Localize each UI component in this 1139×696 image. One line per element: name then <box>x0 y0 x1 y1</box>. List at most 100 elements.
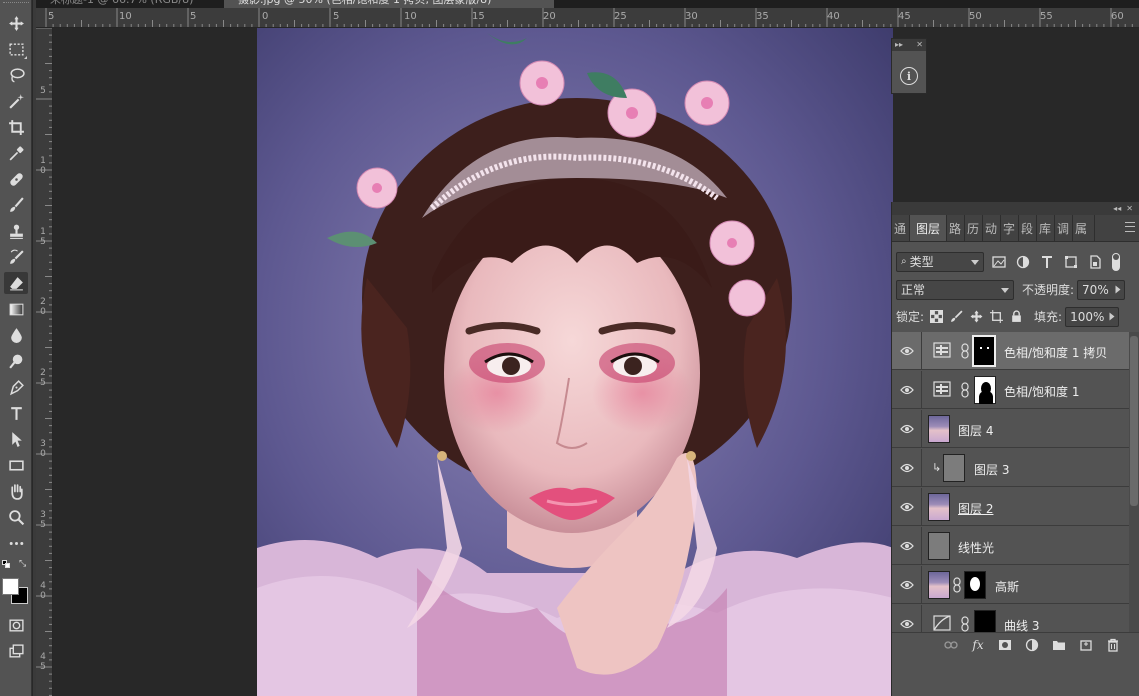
filter-adjustment-button[interactable] <box>1014 253 1032 271</box>
filter-pixel-button[interactable] <box>990 253 1008 271</box>
layer-row-linear-light[interactable]: 线性光 <box>892 527 1139 565</box>
layer-mask-thumbnail[interactable] <box>974 376 996 404</box>
layer-thumbnail[interactable] <box>943 454 965 482</box>
layer-style-button[interactable]: fx <box>971 638 985 652</box>
path-select-tool[interactable] <box>4 428 28 450</box>
close-icon[interactable]: ✕ <box>916 39 923 51</box>
layer-row-layer4[interactable]: 图层 4 <box>892 410 1139 448</box>
filter-toggle[interactable] <box>1112 252 1120 271</box>
layer-list[interactable]: 色相/饱和度 1 拷贝 色相/饱和度 1 图层 4 ↳ 图层 3 图层 2 线性… <box>892 332 1139 634</box>
link-icon[interactable] <box>961 616 969 632</box>
blur-tool[interactable] <box>4 324 28 346</box>
quick-mask-toggle[interactable] <box>4 614 28 636</box>
visibility-toggle[interactable] <box>892 488 922 526</box>
layer-row-hue-sat-copy[interactable]: 色相/饱和度 1 拷贝 <box>892 332 1139 370</box>
lock-pixels-button[interactable] <box>948 309 964 325</box>
history-brush-tool[interactable] <box>4 246 28 268</box>
visibility-toggle[interactable] <box>892 449 922 487</box>
foreground-color-swatch[interactable] <box>2 578 19 595</box>
brush-tool[interactable] <box>4 194 28 216</box>
pen-tool[interactable] <box>4 376 28 398</box>
layer-thumbnail[interactable] <box>928 415 950 443</box>
tab-layers[interactable]: 图层 <box>910 215 948 241</box>
healing-tool[interactable] <box>4 168 28 190</box>
close-icon[interactable]: ✕ <box>1126 204 1133 213</box>
tab-paragraph[interactable]: 段 <box>1019 215 1038 241</box>
new-adjustment-button[interactable] <box>1025 638 1039 652</box>
layer-mask-thumbnail[interactable] <box>972 335 996 367</box>
layer-row-gaussian[interactable]: 高斯 <box>892 566 1139 604</box>
magic-wand-tool[interactable] <box>4 90 28 112</box>
shape-tool[interactable] <box>4 454 28 476</box>
visibility-toggle[interactable] <box>892 332 922 370</box>
layer-name[interactable]: 线性光 <box>958 539 994 556</box>
lock-position-button[interactable] <box>968 309 984 325</box>
layer-thumbnail[interactable] <box>928 571 950 599</box>
layer-list-scrollbar[interactable] <box>1129 332 1139 634</box>
tab-photo[interactable]: 摄影.jpg @ 50% (色相/饱和度 1 拷贝, 图层蒙版/8) <box>224 0 554 8</box>
link-icon[interactable] <box>961 382 969 398</box>
swap-colors-icon[interactable]: ⤡ <box>19 559 26 569</box>
layer-name[interactable]: 色相/饱和度 1 拷贝 <box>1004 344 1107 361</box>
visibility-toggle[interactable] <box>892 605 922 634</box>
eraser-tool[interactable] <box>4 272 28 294</box>
hand-tool[interactable] <box>4 480 28 502</box>
screen-mode-toggle[interactable] <box>4 640 28 662</box>
layer-mask-thumbnail[interactable] <box>964 571 986 599</box>
scrollbar-thumb[interactable] <box>1130 336 1138 506</box>
new-layer-button[interactable] <box>1079 638 1093 652</box>
layer-thumbnail[interactable] <box>928 493 950 521</box>
document-image[interactable] <box>257 28 893 696</box>
link-icon[interactable] <box>961 343 969 359</box>
opacity-input[interactable]: 70% <box>1077 279 1126 300</box>
layer-name[interactable]: 图层 4 <box>958 422 993 439</box>
more-tools[interactable] <box>4 532 28 554</box>
filter-shape-button[interactable] <box>1062 253 1080 271</box>
fill-input[interactable]: 100% <box>1065 306 1120 327</box>
filter-type-button[interactable] <box>1038 253 1056 271</box>
tab-actions[interactable]: 动 <box>983 215 1002 241</box>
canvas-area[interactable] <box>54 28 893 696</box>
zoom-tool[interactable] <box>4 506 28 528</box>
layer-name[interactable]: 高斯 <box>995 578 1019 595</box>
type-tool[interactable] <box>4 402 28 424</box>
marquee-tool[interactable] <box>4 38 28 60</box>
filter-smart-object-button[interactable] <box>1086 253 1104 271</box>
crop-tool[interactable] <box>4 116 28 138</box>
move-tool[interactable] <box>4 12 28 34</box>
layer-row-layer3[interactable]: ↳ 图层 3 <box>892 449 1139 487</box>
link-icon[interactable] <box>953 577 961 593</box>
expand-icon[interactable]: ▸▸ <box>895 39 903 51</box>
gradient-tool[interactable] <box>4 298 28 320</box>
visibility-toggle[interactable] <box>892 527 922 565</box>
visibility-toggle[interactable] <box>892 566 922 604</box>
tab-paths[interactable]: 路 <box>947 215 966 241</box>
layer-name[interactable]: 图层 2 <box>958 500 993 517</box>
toolbar-grip[interactable] <box>3 2 29 6</box>
tab-character[interactable]: 字 <box>1001 215 1020 241</box>
lock-all-button[interactable] <box>1008 309 1024 325</box>
tab-history[interactable]: 历 <box>965 215 984 241</box>
lock-artboard-button[interactable] <box>988 309 1004 325</box>
panel-menu-icon[interactable] <box>1125 222 1135 232</box>
layer-name[interactable]: 图层 3 <box>974 461 1009 478</box>
layer-row-layer2[interactable]: 图层 2 <box>892 488 1139 526</box>
tab-libraries[interactable]: 库 <box>1037 215 1056 241</box>
filter-kind-select[interactable]: ⌕ 类型 <box>896 251 984 272</box>
layer-row-curves[interactable]: 曲线 3 <box>892 605 1139 634</box>
lasso-tool[interactable] <box>4 64 28 86</box>
layer-mask-thumbnail[interactable] <box>974 610 996 634</box>
visibility-toggle[interactable] <box>892 371 922 409</box>
dodge-tool[interactable] <box>4 350 28 372</box>
lock-transparent-button[interactable] <box>928 309 944 325</box>
tab-properties[interactable]: 属 <box>1073 215 1096 241</box>
eyedropper-tool[interactable] <box>4 142 28 164</box>
new-group-button[interactable] <box>1052 638 1066 652</box>
layer-thumbnail[interactable] <box>928 532 950 560</box>
layer-name[interactable]: 色相/饱和度 1 <box>1004 383 1080 400</box>
visibility-toggle[interactable] <box>892 410 922 448</box>
tab-untitled[interactable]: 未标题-1 @ 66.7% (RGB/8) <box>36 0 224 8</box>
add-mask-button[interactable] <box>998 638 1012 652</box>
stamp-tool[interactable] <box>4 220 28 242</box>
tab-adjustments[interactable]: 调 <box>1055 215 1074 241</box>
